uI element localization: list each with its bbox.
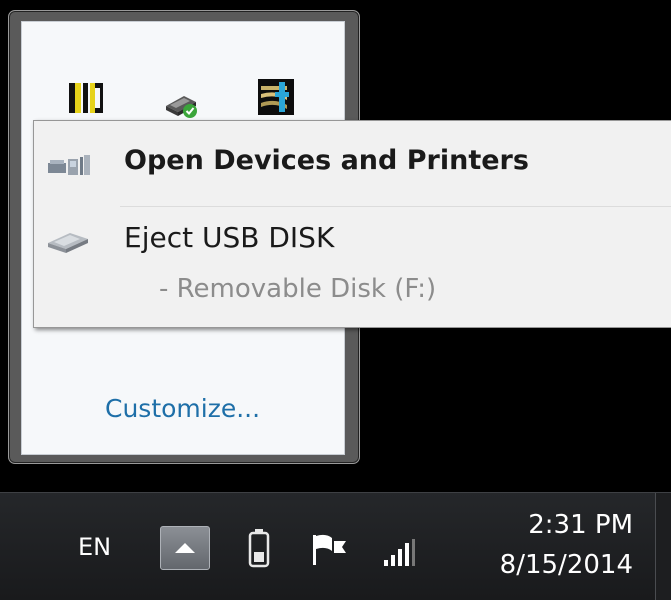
menu-item-sublabel: - Removable Disk (F:) xyxy=(159,274,437,304)
battery-icon[interactable] xyxy=(247,528,271,572)
action-center-flag-icon[interactable] xyxy=(310,533,350,571)
context-menu: Open Devices and Printers Eject USB DISK… xyxy=(33,120,671,328)
show-desktop-button[interactable] xyxy=(655,493,671,600)
menu-item-eject-usb-disk[interactable]: Eject USB DISK - Removable Disk (F:) xyxy=(34,211,671,311)
clock-date: 8/15/2014 xyxy=(499,550,633,580)
customize-link[interactable]: Customize... xyxy=(105,394,260,423)
tools-app-icon[interactable] xyxy=(257,78,295,115)
usb-drive-check-icon[interactable] xyxy=(162,84,200,120)
menu-item-label: Open Devices and Printers xyxy=(124,145,529,176)
menu-item-open-devices-and-printers[interactable]: Open Devices and Printers xyxy=(34,129,671,201)
menu-separator xyxy=(120,206,671,207)
network-signal-icon[interactable] xyxy=(382,538,416,572)
chevron-up-icon xyxy=(175,543,195,553)
menu-item-label: Eject USB DISK xyxy=(124,221,335,254)
usb-drive-icon xyxy=(46,229,90,259)
dic-icon[interactable] xyxy=(67,80,105,116)
show-hidden-icons-button[interactable] xyxy=(160,526,210,570)
clock[interactable]: 2:31 PM 8/15/2014 xyxy=(448,505,633,585)
devices-printers-icon xyxy=(46,153,92,183)
clock-time: 2:31 PM xyxy=(528,510,633,540)
language-indicator[interactable]: EN xyxy=(78,533,111,561)
taskbar: EN 2:31 PM 8/15/2014 xyxy=(0,492,671,600)
